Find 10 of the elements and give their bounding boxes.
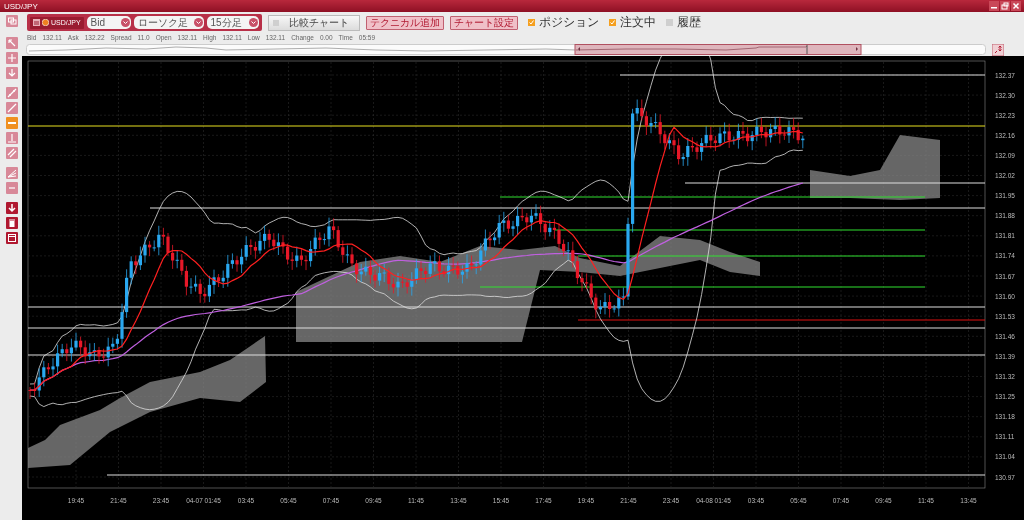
toolbar-button[interactable]: チャート設定 (449, 15, 518, 30)
checkbox-label: 注文中 (619, 14, 656, 31)
dropdown[interactable]: Bid (86, 16, 131, 29)
compare-chart-button[interactable]: 比較チャート (267, 14, 360, 31)
checkbox-label: 履歴 (676, 14, 701, 31)
dropdown[interactable]: 15分足 (206, 16, 259, 29)
window-title: USD/JPY (4, 1, 39, 11)
toolbar-button[interactable]: テクニカル追加 (365, 15, 444, 30)
checkbox-label: ポジション (538, 14, 599, 31)
dropdown[interactable]: ローソク足 (133, 16, 204, 29)
